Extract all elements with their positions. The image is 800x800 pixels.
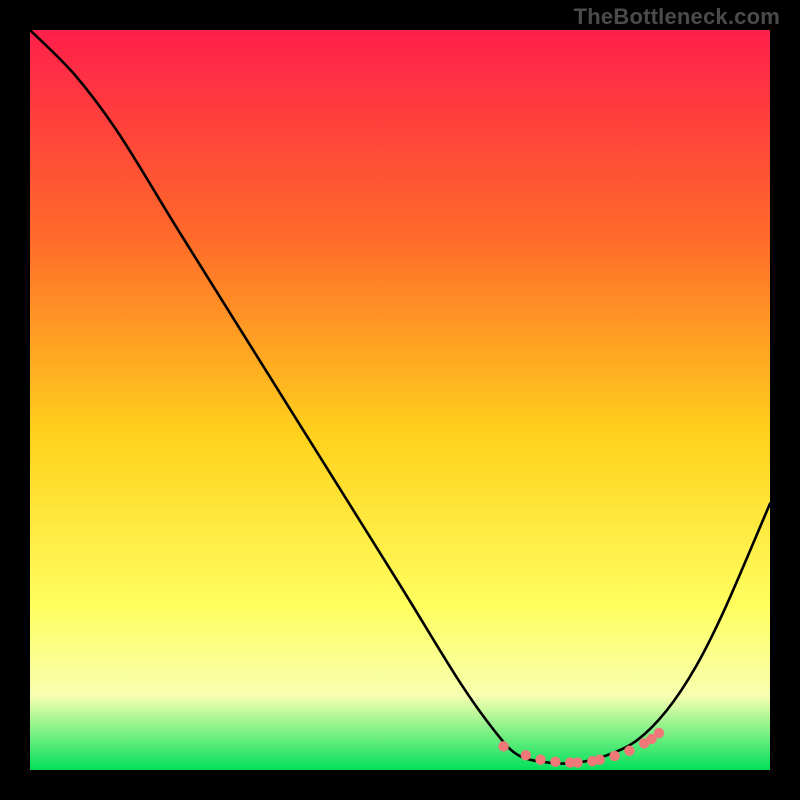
bottleneck-chart xyxy=(30,30,770,770)
optimum-dot xyxy=(595,754,605,764)
optimum-dot xyxy=(521,750,531,760)
optimum-dot xyxy=(572,757,582,767)
watermark-text: TheBottleneck.com xyxy=(574,4,780,30)
optimum-dot xyxy=(535,754,545,764)
optimum-dot xyxy=(609,751,619,761)
optimum-dot xyxy=(550,757,560,767)
gradient-background xyxy=(30,30,770,770)
optimum-dot xyxy=(654,728,664,738)
optimum-dot xyxy=(624,746,634,756)
chart-frame: TheBottleneck.com xyxy=(0,0,800,800)
plot-area xyxy=(30,30,770,770)
optimum-dot xyxy=(498,741,508,751)
